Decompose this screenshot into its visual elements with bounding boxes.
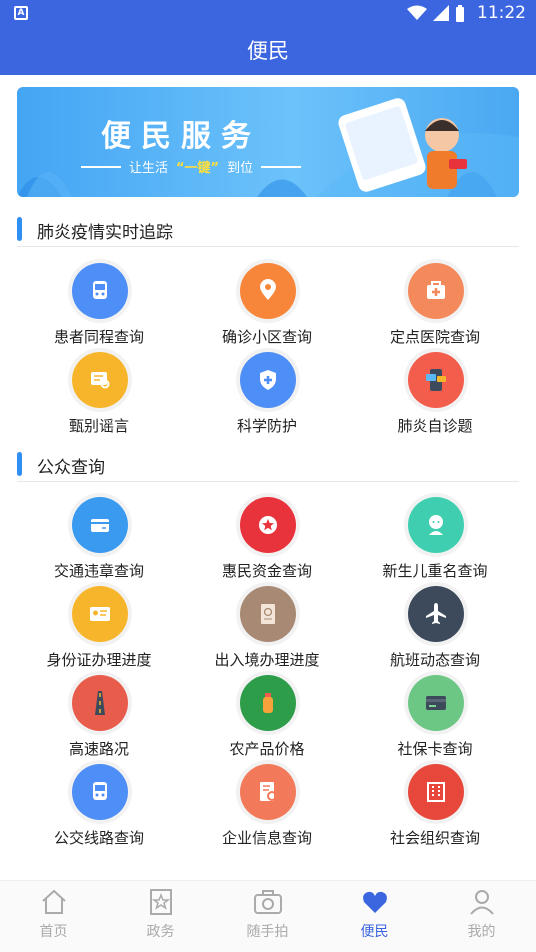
- service-item[interactable]: 科学防护: [178, 348, 356, 442]
- section-title: 肺炎疫情实时追踪: [37, 223, 173, 243]
- page-title: 便民: [0, 27, 536, 75]
- divider: [261, 165, 302, 168]
- service-item-label: 农产品价格: [229, 740, 305, 758]
- service-item[interactable]: 身份证办理进度: [10, 582, 188, 676]
- tab-home[interactable]: 首页: [0, 885, 107, 949]
- section-epidemic: 肺炎疫情实时追踪: [17, 211, 519, 247]
- service-item[interactable]: 定点医院查询: [346, 259, 524, 353]
- service-item-label: 公交线路查询: [53, 829, 144, 847]
- section-public: 公众查询: [17, 446, 519, 482]
- bus-icon: [68, 760, 132, 824]
- service-item[interactable]: 农产品价格: [178, 671, 356, 765]
- service-item[interactable]: 公交线路查询: [10, 760, 188, 854]
- banner-sub-after: 到位: [227, 161, 254, 176]
- tab-convenience[interactable]: 便民: [321, 885, 428, 949]
- tab-label: 我的: [467, 924, 496, 940]
- section-accent: [17, 217, 22, 241]
- service-item[interactable]: 新生儿重名查询: [346, 493, 524, 587]
- service-item-label: 新生儿重名查询: [382, 562, 488, 580]
- traffic-ticket-icon: [68, 493, 132, 557]
- service-item[interactable]: 惠民资金查询: [178, 493, 356, 587]
- clock: 11:22: [477, 3, 526, 23]
- service-item-label: 惠民资金查询: [221, 562, 312, 580]
- service-item[interactable]: 确诊小区查询: [178, 259, 356, 353]
- service-item-label: 社会组织查询: [389, 829, 480, 847]
- person-icon: [469, 890, 494, 915]
- service-item-label: 定点医院查询: [389, 328, 480, 346]
- service-item-label: 科学防护: [236, 417, 297, 435]
- service-item-label: 高速路况: [68, 740, 129, 758]
- section-title: 公众查询: [37, 458, 105, 478]
- service-item[interactable]: 企业信息查询: [178, 760, 356, 854]
- divider: [81, 165, 121, 168]
- bank-card-icon: [404, 671, 468, 735]
- status-icons: 11:22: [407, 3, 526, 23]
- airplane-icon: [404, 582, 468, 646]
- tab-snapshot[interactable]: 随手拍: [214, 885, 321, 949]
- service-item[interactable]: 社会组织查询: [346, 760, 524, 854]
- service-item[interactable]: 社保卡查询: [346, 671, 524, 765]
- wifi-icon: [407, 5, 427, 20]
- tab-government[interactable]: 政务: [107, 885, 214, 949]
- service-item-label: 航班动态查询: [389, 651, 480, 669]
- service-item[interactable]: 肺炎自诊题: [346, 348, 524, 442]
- banner-subtitle: 让生活 “一键” 到位: [81, 157, 302, 176]
- service-item[interactable]: 患者同程查询: [10, 259, 188, 353]
- service-item-label: 交通违章查询: [53, 562, 144, 580]
- passport-icon: [236, 582, 300, 646]
- service-item[interactable]: 高速路况: [10, 671, 188, 765]
- battery-icon: [456, 4, 464, 22]
- camera-icon: [253, 890, 282, 914]
- app-notification-icon: A: [14, 6, 28, 20]
- banner-sub-before: 让生活: [129, 161, 169, 176]
- status-bar: A 11:22: [0, 0, 536, 27]
- service-banner[interactable]: 便民服务 让生活 “一键” 到位: [17, 87, 519, 197]
- tab-label: 便民: [360, 924, 389, 940]
- service-item[interactable]: 甄别谣言: [10, 348, 188, 442]
- service-item[interactable]: 交通违章查询: [10, 493, 188, 587]
- tab-mine[interactable]: 我的: [428, 885, 535, 949]
- service-item-label: 肺炎自诊题: [397, 417, 473, 435]
- service-item[interactable]: 航班动态查询: [346, 582, 524, 676]
- tab-label: 首页: [39, 924, 68, 940]
- building-grid-icon: [404, 760, 468, 824]
- service-item-label: 身份证办理进度: [46, 651, 152, 669]
- medal-star-icon: [236, 493, 300, 557]
- id-card-icon: [68, 582, 132, 646]
- oil-bottle-icon: [236, 671, 300, 735]
- home-icon: [41, 889, 66, 914]
- service-item-label: 患者同程查询: [53, 328, 144, 346]
- bottom-tab-bar: 首页 政务 随手拍 便民 我的: [0, 880, 536, 952]
- star-doc-icon: [149, 889, 172, 915]
- service-item-label: 确诊小区查询: [221, 328, 312, 346]
- service-item[interactable]: 出入境办理进度: [178, 582, 356, 676]
- heart-hand-icon: [362, 891, 387, 913]
- service-item-label: 社保卡查询: [397, 740, 473, 758]
- section-accent: [17, 452, 22, 476]
- tab-label: 政务: [146, 924, 175, 940]
- signal-icon: [433, 5, 449, 21]
- service-item-label: 甄别谣言: [68, 417, 129, 435]
- baby-icon: [404, 493, 468, 557]
- banner-title: 便民服务: [101, 119, 261, 154]
- service-item-label: 企业信息查询: [221, 829, 312, 847]
- message-search-icon: [68, 348, 132, 412]
- shield-plus-icon: [236, 348, 300, 412]
- phone-chat-icon: [404, 348, 468, 412]
- highway-icon: [68, 671, 132, 735]
- banner-decoration: [17, 98, 519, 197]
- tab-label: 随手拍: [246, 924, 289, 940]
- document-search-icon: [236, 760, 300, 824]
- location-pin-icon: [236, 259, 300, 323]
- train-icon: [68, 259, 132, 323]
- medical-kit-icon: [404, 259, 468, 323]
- banner-sub-highlight: “一键”: [176, 161, 220, 176]
- service-item-label: 出入境办理进度: [214, 651, 320, 669]
